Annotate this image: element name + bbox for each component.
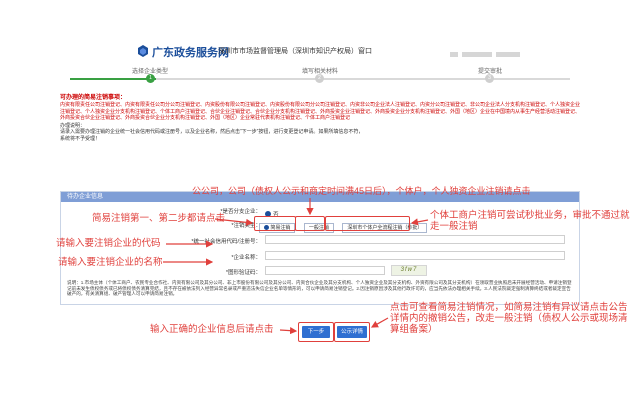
arrow-next bbox=[279, 327, 298, 335]
arrow-simple-cancel bbox=[214, 218, 254, 226]
arrow-announce bbox=[370, 317, 389, 328]
arrow-sole-proprietor bbox=[410, 218, 429, 226]
annotation-arrows bbox=[163, 198, 429, 335]
